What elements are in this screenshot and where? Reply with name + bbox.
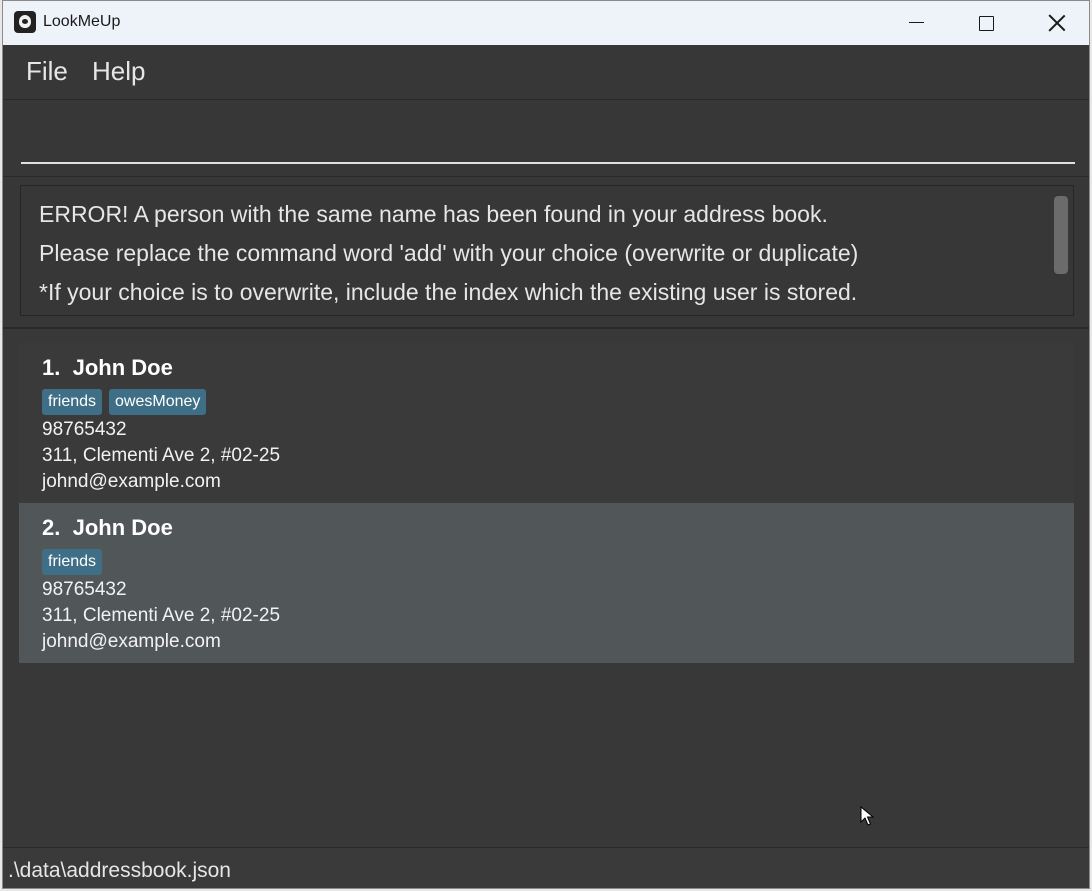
person-name: 2. John Doe [42,515,173,541]
person-list: 1. John Doe friends owesMoney 98765432 31… [19,343,1074,663]
result-scrollbar[interactable] [1054,196,1068,274]
result-display: ERROR! A person with the same name has b… [3,177,1089,329]
result-line: *If your choice is to overwrite, include… [39,279,858,305]
person-name-text: John Doe [72,515,173,540]
person-email: johnd@example.com [42,471,221,492]
menu-help[interactable]: Help [92,56,145,87]
result-line: ERROR! A person with the same name has b… [39,201,828,227]
app-window: LookMeUp File Help ERROR! A person with … [2,0,1090,889]
person-address: 311, Clementi Ave 2, #02-25 [42,605,281,626]
title-bar[interactable]: LookMeUp [3,1,1089,45]
command-box [3,100,1089,178]
result-line: Please replace the command word 'add' wi… [39,240,859,266]
tag-list: friends [42,549,109,575]
person-name-text: John Doe [72,355,173,380]
tag: owesMoney [109,389,207,415]
save-location-path: .\data\addressbook.json [8,859,231,882]
person-phone: 98765432 [42,579,127,600]
person-address: 311, Clementi Ave 2, #02-25 [42,445,281,466]
menu-file[interactable]: File [26,56,68,87]
person-email: johnd@example.com [42,631,221,652]
mouse-cursor-icon [860,806,874,826]
maximize-button[interactable] [951,1,1021,45]
command-input[interactable] [21,110,1075,164]
tag: friends [42,389,103,415]
person-index: 1. [42,355,61,380]
maximize-icon [979,16,994,31]
close-button[interactable] [1021,1,1089,45]
window-title: LookMeUp [43,13,121,30]
tag-list: friends owesMoney [42,389,213,415]
close-icon [1048,14,1066,32]
minimize-button[interactable] [881,1,951,45]
menu-bar: File Help [3,45,1089,100]
person-phone: 98765432 [42,419,127,440]
person-index: 2. [42,515,61,540]
minimize-icon [909,22,924,23]
person-card[interactable]: 1. John Doe friends owesMoney 98765432 31… [19,343,1074,503]
person-name: 1. John Doe [42,355,173,381]
tag: friends [42,549,103,575]
app-logo-icon [14,11,36,33]
status-bar: .\data\addressbook.json [3,847,1089,888]
result-text-area[interactable]: ERROR! A person with the same name has b… [20,185,1074,316]
person-card-selected[interactable]: 2. John Doe friends 98765432 311, Clemen… [19,503,1074,663]
